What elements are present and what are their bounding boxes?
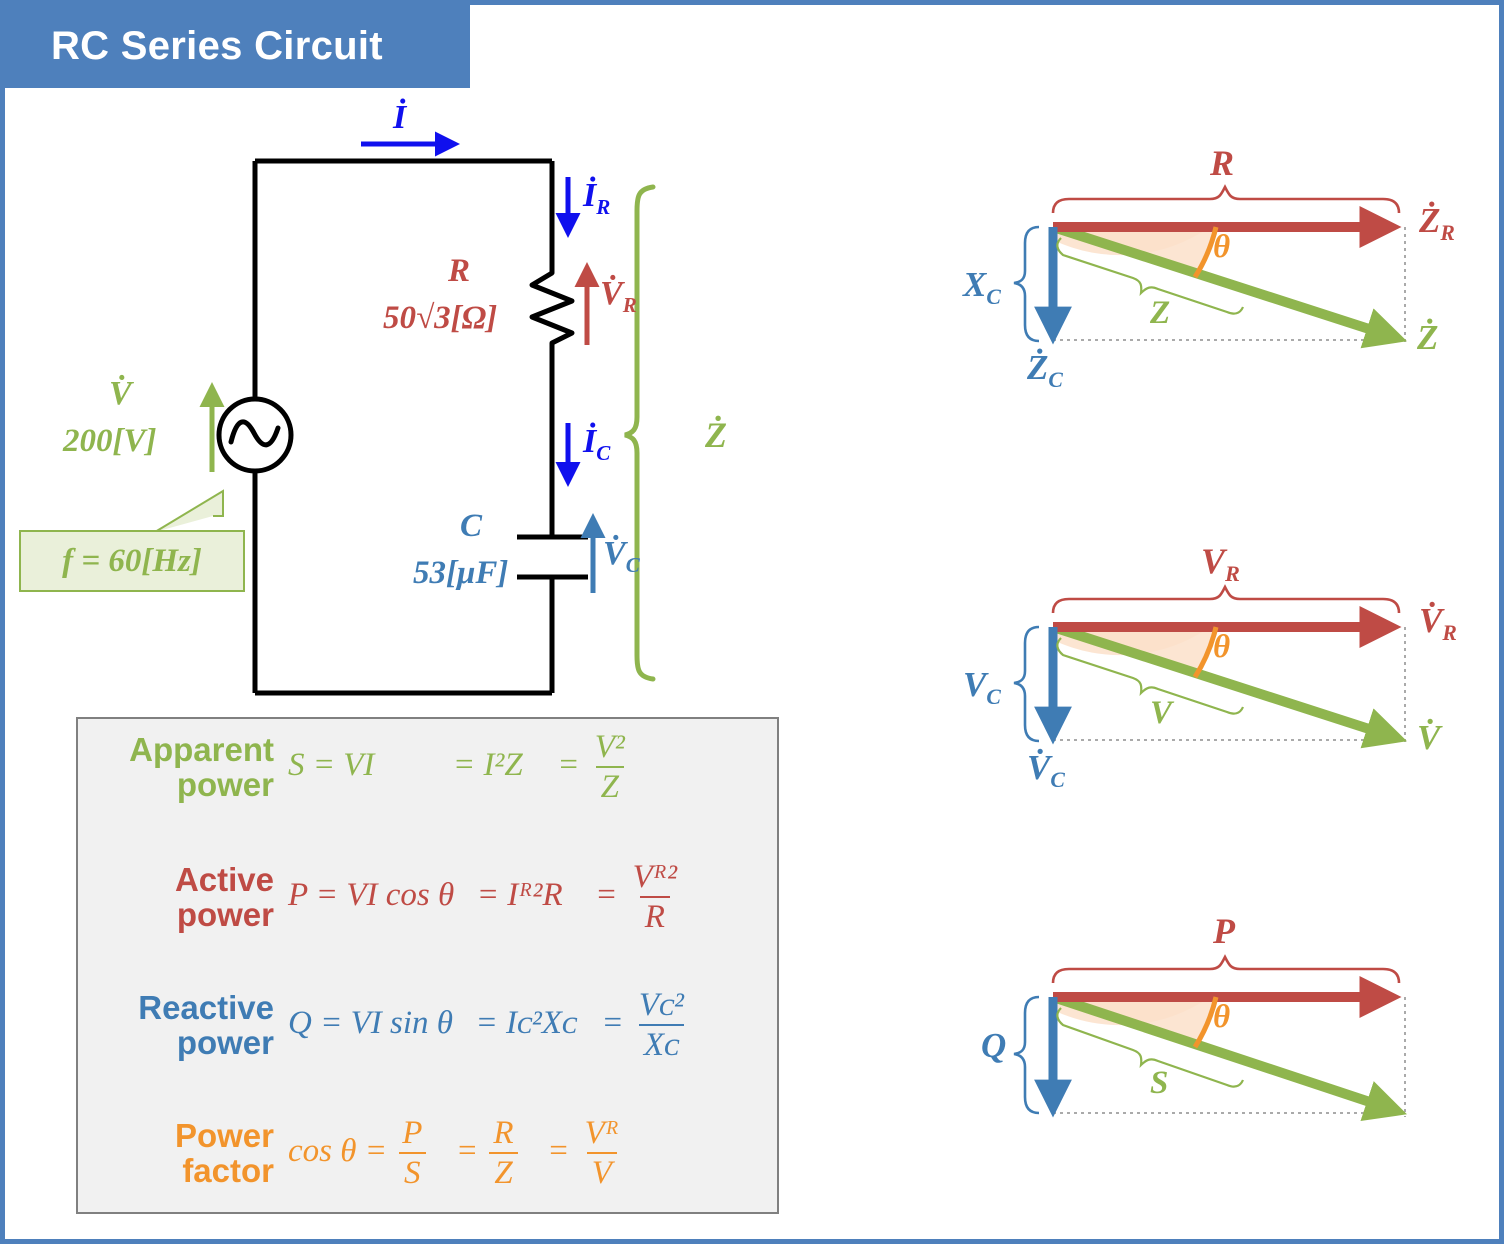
formula-expression-apparent: S = VI = I²Z = V² Z [288, 729, 625, 805]
capacitor-name-label: C [460, 508, 483, 544]
formula-name-apparent: Apparent power [129, 730, 274, 803]
d1-horizontal-vector-label: ŻR [1419, 201, 1455, 245]
angle-sector-fill [1053, 997, 1210, 1026]
vertical-brace [1013, 225, 1040, 343]
current-total-label: İ [393, 99, 407, 136]
formula-name-power-factor: Power factor [174, 1116, 274, 1189]
circuit-wires [252, 158, 555, 696]
d3-horizontal-brace-label: P [1213, 911, 1235, 951]
frequency-label: f = 60[Hz] [62, 542, 202, 579]
d2-angle-label: θ [1213, 629, 1231, 665]
d1-resultant-vector-label: Ż [1417, 318, 1439, 357]
d3-resultant-brace-label: S [1150, 1065, 1169, 1101]
current-r-label: İR [583, 177, 611, 219]
d1-vertical-vector-label: ŻC [1027, 348, 1063, 392]
impedance-triangle-diagram [1013, 184, 1407, 349]
angle-sector-fill [1053, 227, 1210, 256]
angle-sector-fill [1053, 627, 1210, 656]
frequency-callout: f = 60[Hz] [19, 530, 245, 592]
vertical-brace [1013, 625, 1040, 743]
d3-vertical-brace-label: Q [981, 1026, 1007, 1065]
formula-row-active: Active power P = VI cos θ = Iᴿ²R = Vᴿ² R [78, 861, 684, 934]
d3-angle-label: θ [1213, 999, 1231, 1035]
impedance-brace [624, 184, 656, 682]
formula-expression-reactive: Q = VI sin θ = Iᴄ²Xᴄ = Vᴄ² Xᴄ [288, 987, 684, 1063]
resistor-voltage-label: V̇R [600, 275, 637, 317]
source-value-label: 200[V] [63, 423, 157, 459]
ac-source-symbol [216, 396, 294, 474]
formula-row-power-factor: Power factor cos θ = PS = RZ = Vᴿ V [78, 1117, 626, 1190]
d2-vertical-vector-label: V̇C [1027, 748, 1065, 792]
d1-angle-label: θ [1213, 229, 1231, 265]
formula-expression-active: P = VI cos θ = Iᴿ²R = Vᴿ² R [288, 859, 678, 935]
horizontal-brace [1051, 184, 1401, 214]
page-title: RC Series Circuit [51, 24, 383, 68]
formula-name-reactive: Reactive power [138, 988, 274, 1061]
capacitor-value-label: 53[μF] [413, 555, 509, 591]
d1-resultant-brace-label: Z [1150, 295, 1171, 331]
vertical-brace [1013, 995, 1040, 1115]
power-formula-box: Apparent power S = VI = I²Z = V² Z Active p… [76, 717, 779, 1214]
d2-vertical-brace-label: VC [963, 665, 1001, 709]
formula-row-reactive: Reactive power Q = VI sin θ = Iᴄ²Xᴄ = Vᴄ²… [78, 989, 691, 1062]
formula-row-apparent: Apparent power S = VI = I²Z = V² Z [78, 731, 632, 804]
source-voltage-label: V̇ [109, 375, 132, 412]
frequency-callout-pointer [154, 489, 224, 533]
slide-canvas: RC Series Circuit İ İR İC R 50√3[Ω] V… [0, 0, 1504, 1244]
d1-vertical-brace-label: XC [963, 265, 1001, 309]
horizontal-brace [1051, 954, 1401, 984]
horizontal-brace [1051, 584, 1401, 614]
formula-name-active: Active power [174, 860, 274, 933]
resistor-symbol [529, 267, 575, 349]
resistor-value-label: 50√3[Ω] [383, 300, 498, 336]
impedance-brace-label: Ż [705, 415, 727, 455]
d2-horizontal-brace-label: VR [1201, 541, 1240, 587]
capacitor-voltage-label: V̇C [603, 535, 640, 577]
d2-horizontal-vector-label: V̇R [1419, 601, 1457, 645]
current-c-label: İC [583, 423, 611, 465]
d1-horizontal-brace-label: R [1210, 143, 1235, 183]
title-bar: RC Series Circuit [5, 5, 470, 88]
power-triangle-diagram [1013, 954, 1407, 1122]
formula-expression-power-factor: cos θ = PS = RZ = Vᴿ V [288, 1115, 620, 1191]
resistor-name-label: R [448, 253, 471, 289]
voltage-triangle-diagram [1013, 584, 1407, 749]
d2-resultant-vector-label: V̇ [1417, 718, 1441, 757]
capacitor-symbol [517, 534, 588, 580]
d2-resultant-brace-label: V [1150, 695, 1173, 731]
